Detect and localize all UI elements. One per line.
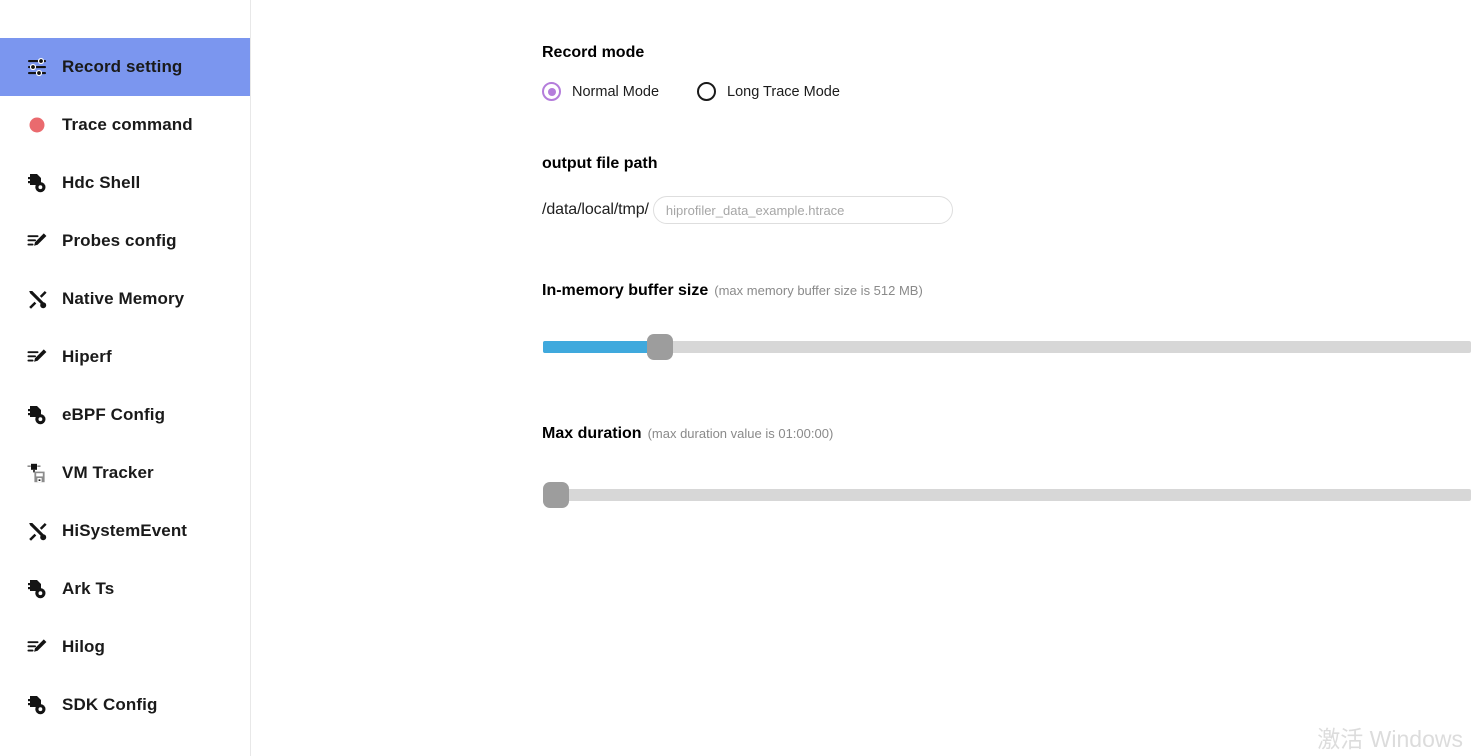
sidebar-item-label: Probes config	[62, 231, 177, 250]
buffer-size-slider[interactable]	[543, 334, 1471, 360]
radio-normal-mode-icon[interactable]	[542, 82, 561, 101]
file-gear-icon	[26, 404, 48, 426]
output-path-prefix: /data/local/tmp/	[542, 201, 649, 218]
sidebar-item-probes-config[interactable]: Probes config	[0, 212, 250, 270]
buffer-size-note: (max memory buffer size is 512 MB)	[714, 283, 923, 298]
sidebar-item-record-setting[interactable]: Record setting	[0, 38, 250, 96]
sidebar-item-hisystemevent[interactable]: HiSystemEvent	[0, 502, 250, 560]
sidebar-item-label: Hilog	[62, 637, 105, 656]
radio-normal-mode-label: Normal Mode	[572, 83, 660, 100]
sidebar-item-label: Ark Ts	[62, 579, 115, 598]
sliders-icon	[26, 56, 48, 78]
file-gear-icon	[26, 172, 48, 194]
buffer-size-label: In-memory buffer size	[542, 282, 709, 299]
max-duration-note: (max duration value is 01:00:00)	[647, 426, 834, 441]
output-file-path-row: /data/local/tmp/	[542, 196, 953, 224]
pencil-lines-icon	[26, 636, 48, 658]
sidebar-item-native-memory[interactable]: Native Memory	[0, 270, 250, 328]
pencil-lines-icon	[26, 230, 48, 252]
sidebar-item-label: Trace command	[62, 115, 193, 134]
record-setting-page: Record setting Trace command Hdc Shell Prob…	[0, 0, 1475, 756]
file-gear-icon	[26, 694, 48, 716]
max-duration-slider-row	[542, 482, 1471, 508]
record-dot-icon	[26, 114, 48, 136]
max-duration-title: Max duration (max duration value is 01:00…	[542, 425, 833, 443]
sidebar-item-vm-tracker[interactable]: VM Tracker	[0, 444, 250, 502]
record-mode-radio-group: Normal Mode Long Trace Mode	[542, 82, 840, 101]
output-file-path-title: output file path	[542, 155, 658, 172]
sidebar: Record setting Trace command Hdc Shell Prob…	[0, 0, 251, 756]
vm-disk-icon	[26, 462, 48, 484]
tools-icon	[26, 288, 48, 310]
output-file-name-input[interactable]	[652, 196, 953, 224]
tools-icon	[26, 520, 48, 542]
max-duration-slider[interactable]	[542, 482, 1471, 508]
buffer-size-slider-row	[543, 334, 1471, 360]
buffer-size-title: In-memory buffer size (max memory buffer …	[542, 282, 923, 300]
sidebar-item-sdk-config[interactable]: SDK Config	[0, 676, 250, 734]
sidebar-item-label: Record setting	[62, 57, 183, 76]
radio-long-trace-mode-icon[interactable]	[697, 82, 717, 101]
sidebar-item-label: Native Memory	[62, 289, 185, 308]
sidebar-item-ebpf-config[interactable]: eBPF Config	[0, 386, 250, 444]
main-content: Record mode Normal Mode Long Trace Mode …	[251, 0, 1475, 756]
sidebar-item-hilog[interactable]: Hilog	[0, 618, 250, 676]
radio-normal-mode[interactable]: Normal Mode	[542, 82, 659, 101]
radio-long-trace-mode[interactable]: Long Trace Mode	[697, 82, 840, 101]
pencil-lines-icon	[26, 346, 48, 368]
buffer-size-slider-fill	[543, 341, 660, 353]
sidebar-item-trace-command[interactable]: Trace command	[0, 96, 250, 154]
file-gear-icon	[26, 578, 48, 600]
sidebar-item-hdc-shell[interactable]: Hdc Shell	[0, 154, 250, 212]
max-duration-label: Max duration	[542, 425, 642, 442]
radio-long-trace-mode-label: Long Trace Mode	[727, 83, 840, 100]
sidebar-item-hiperf[interactable]: Hiperf	[0, 328, 250, 386]
max-duration-slider-thumb[interactable]	[542, 482, 569, 508]
sidebar-item-label: Hiperf	[62, 347, 112, 366]
sidebar-item-label: HiSystemEvent	[62, 521, 188, 540]
sidebar-item-label: SDK Config	[62, 695, 158, 714]
sidebar-item-label: eBPF Config	[62, 405, 166, 424]
sidebar-item-label: VM Tracker	[62, 463, 154, 482]
record-mode-title: Record mode	[542, 44, 645, 61]
windows-activation-watermark: 激活 Windows	[1317, 726, 1463, 752]
buffer-size-slider-thumb[interactable]	[646, 334, 673, 360]
sidebar-item-ark-ts[interactable]: Ark Ts	[0, 560, 250, 618]
sidebar-item-label: Hdc Shell	[62, 173, 141, 192]
